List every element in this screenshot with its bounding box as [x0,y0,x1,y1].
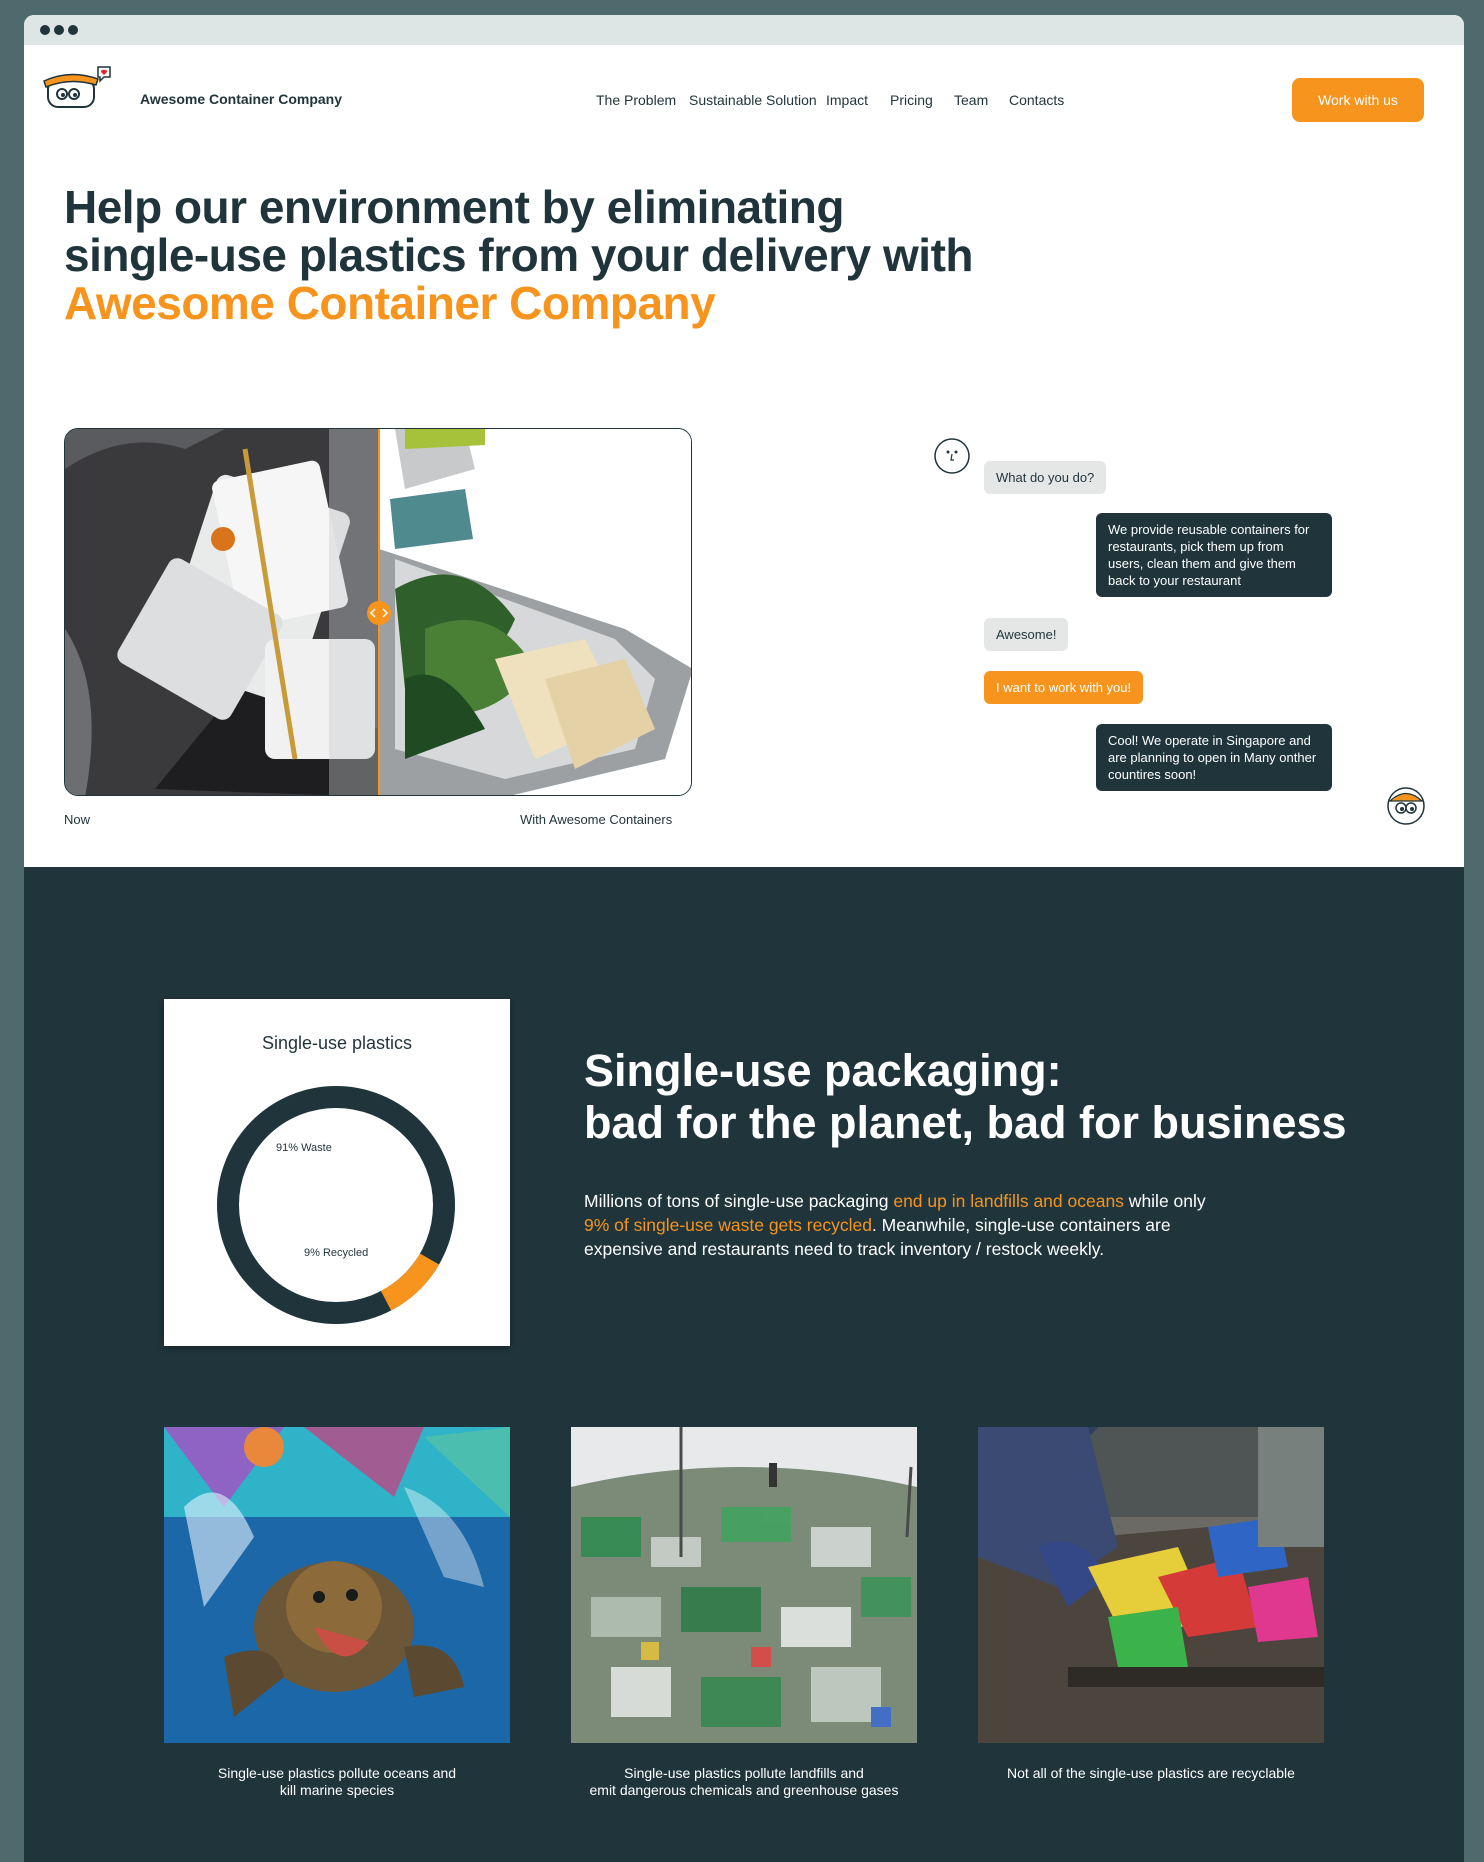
chat-bubble-answer: Cool! We operate in Singapore and are pl… [1096,724,1332,791]
hero-title-line: single-use plastics from your delivery w… [64,229,974,281]
turtle-photo [164,1427,510,1743]
chat-bubble-cta[interactable]: I want to work with you! [984,671,1144,704]
nav-item-team[interactable]: Team [954,92,988,108]
donut-segment-recycled [380,1253,440,1311]
paragraph-highlight: end up in landfills and oceans [893,1191,1124,1211]
window-dot-icon[interactable] [54,25,64,35]
before-caption: Now [64,812,91,827]
photo-caption: Not all of the single-use plastics are r… [978,1765,1324,1782]
container-logo-icon[interactable] [42,63,112,113]
window-titlebar [24,15,1464,45]
top-navigation: Awesome Container Company The Problem Su… [24,45,1464,125]
problem-section: Single-use plastics 91% Waste 9% Recycle… [24,867,1464,1862]
caption-line: Single-use plastics pollute oceans and [217,1765,457,1781]
nav-item-contacts[interactable]: Contacts [1009,92,1064,108]
caption-line: kill marine species [279,1782,395,1798]
user-avatar-icon [934,438,970,474]
section-paragraph: Millions of tons of single-use packaging… [584,1189,1224,1261]
paragraph-text: Millions of tons of single-use packaging [584,1191,894,1211]
before-after-slider[interactable] [64,428,692,796]
work-with-us-button[interactable]: Work with us [1292,78,1424,122]
after-caption: With Awesome Containers [520,812,673,827]
chat-bubble-answer: We provide reusable containers for resta… [1096,513,1332,597]
section-title: Single-use packaging: bad for the planet… [584,1045,1347,1149]
hero-title: Help our environment by eliminating sing… [64,181,974,329]
pie-chart-card: Single-use plastics 91% Waste 9% Recycle… [164,999,510,1346]
caption-line: Not all of the single-use plastics are r… [1007,1765,1295,1781]
section-title-line: bad for the planet, bad for business [584,1097,1347,1148]
browser-window: Awesome Container Company The Problem Su… [24,15,1464,1862]
company-avatar-icon [1387,787,1425,825]
brand-name[interactable]: Awesome Container Company [140,91,342,107]
nav-item-sustainable-solution[interactable]: Sustainable Solution [689,92,817,108]
recycling-photo [978,1427,1324,1743]
chat-bubble-question: What do you do? [984,461,1107,494]
window-dot-icon[interactable] [40,25,50,35]
caption-line: Single-use plastics pollute landfills an… [624,1765,864,1781]
donut-label-recycled: 9% Recycled [304,1247,368,1259]
window-dot-icon[interactable] [68,25,78,35]
landfill-photo [571,1427,917,1743]
chat-bubble-question: Awesome! [984,618,1069,651]
paragraph-text: while only [1123,1191,1206,1211]
chart-title: Single-use plastics [261,1033,413,1053]
nav-item-the-problem[interactable]: The Problem [596,92,676,108]
hero-title-line: Help our environment by eliminating [64,181,844,233]
caption-line: emit dangerous chemicals and greenhouse … [589,1782,899,1798]
before-after-image [65,429,691,795]
paragraph-highlight: 9% of single-use waste gets recycled [584,1215,872,1235]
section-title-line: Single-use packaging: [584,1045,1062,1096]
donut-chart: 91% Waste 9% Recycled [217,1086,455,1324]
donut-label-waste: 91% Waste [276,1142,332,1154]
nav-item-impact[interactable]: Impact [826,92,868,108]
nav-item-pricing[interactable]: Pricing [890,92,933,108]
photo-caption: Single-use plastics pollute landfills an… [571,1765,917,1799]
photo-caption: Single-use plastics pollute oceans and k… [164,1765,510,1799]
hero-title-highlight: Awesome Container Company [64,277,716,329]
